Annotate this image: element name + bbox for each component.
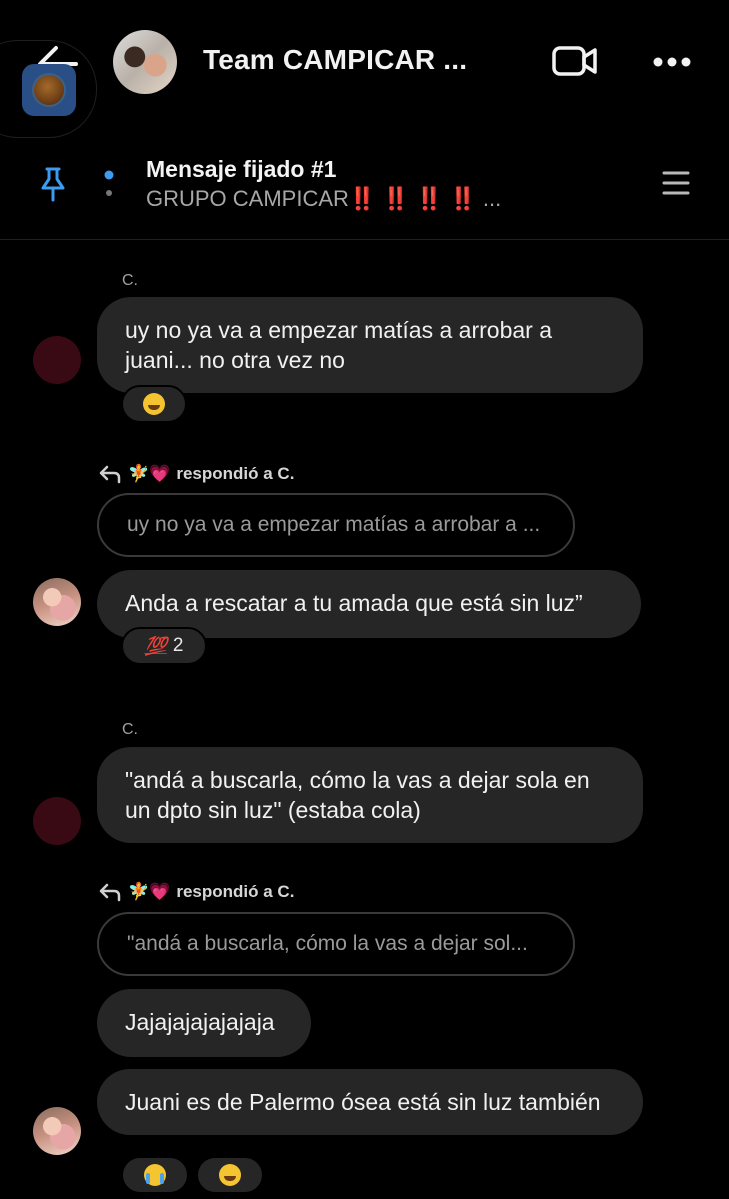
avatar[interactable] [33, 336, 81, 384]
avatar[interactable] [33, 797, 81, 845]
chat-title[interactable]: Team CAMPICAR ... [203, 44, 467, 76]
floating-app-badge[interactable] [22, 64, 76, 116]
avatar[interactable] [33, 578, 81, 626]
reply-label: respondió a C. [176, 464, 295, 483]
message-bubble[interactable]: Juani es de Palermo ósea está sin luz ta… [97, 1069, 643, 1135]
list-menu-icon[interactable] [662, 170, 690, 196]
reply-header: 🧚💗 respondió a C. [98, 882, 294, 902]
laughing-emoji-icon [219, 1164, 241, 1186]
reply-header: 🧚💗 respondió a C. [98, 464, 294, 484]
coin-icon [32, 73, 66, 107]
reaction-chip[interactable] [196, 1156, 264, 1194]
reaction-chip[interactable] [121, 385, 187, 423]
crying-emoji-icon [144, 1164, 166, 1186]
sender-name: C. [122, 272, 138, 289]
reaction-chip[interactable]: 💯 2 [121, 627, 207, 665]
laughing-emoji-icon [143, 393, 165, 415]
avatar[interactable] [33, 1107, 81, 1155]
sender-name: C. [122, 721, 138, 738]
reply-arrow-icon [99, 883, 121, 902]
pinned-page-indicator [104, 170, 114, 196]
pinned-message-title[interactable]: Mensaje fijado #1 [146, 156, 336, 183]
message-bubble[interactable]: uy no ya va a empezar matías a arrobar a… [97, 297, 643, 393]
reply-user-emoji: 🧚💗 [128, 464, 171, 483]
quoted-message[interactable]: uy no ya va a empezar matías a arrobar a… [97, 493, 575, 557]
video-call-icon[interactable] [552, 45, 598, 77]
reaction-count: 2 [172, 635, 184, 656]
header-divider [0, 239, 729, 240]
pinned-message-preview[interactable]: GRUPO CAMPICAR‼️ ‼️ ‼️ ‼️ ... [146, 186, 501, 212]
reply-arrow-icon [99, 465, 121, 484]
group-avatar[interactable] [113, 30, 177, 94]
reaction-chip[interactable] [121, 1156, 189, 1194]
quoted-message[interactable]: "andá a buscarla, cómo la vas a dejar so… [97, 912, 575, 976]
pin-icon [41, 167, 65, 202]
more-options-icon[interactable] [652, 55, 692, 69]
message-bubble[interactable]: Jajajajajajajaja [97, 989, 311, 1057]
hundred-points-emoji: 💯 [144, 635, 167, 656]
message-bubble[interactable]: "andá a buscarla, cómo la vas a dejar so… [97, 747, 643, 843]
reply-user-emoji: 🧚💗 [128, 882, 171, 901]
reply-label: respondió a C. [176, 882, 295, 901]
